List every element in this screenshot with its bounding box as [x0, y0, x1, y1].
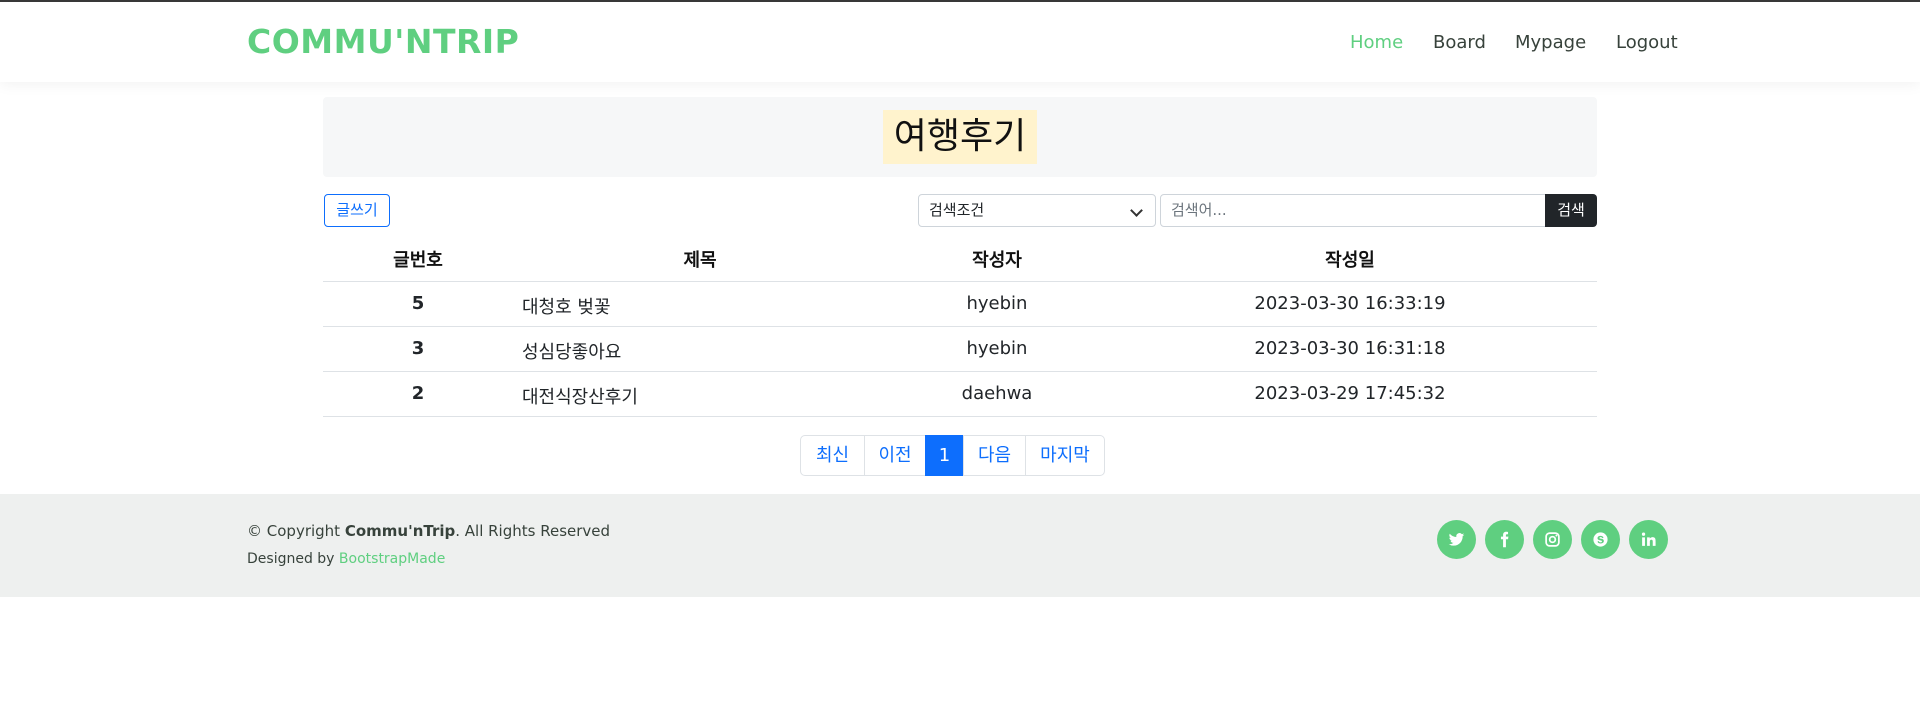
write-button[interactable]: 글쓰기	[324, 194, 390, 227]
column-header-author: 작성자	[972, 250, 1022, 271]
nav-board[interactable]: Board	[1433, 32, 1486, 53]
designed-by: Designed by BootstrapMade	[247, 551, 445, 567]
linkedin-icon	[1641, 532, 1656, 546]
page-title: 여행후기	[893, 116, 1027, 157]
search-input[interactable]: 검색어...	[1160, 194, 1546, 227]
instagram-icon	[1545, 532, 1560, 547]
row-title-link[interactable]: 대청호 벚꽃	[522, 293, 611, 319]
search-condition-value: 검색조건	[929, 201, 985, 219]
column-header-no: 글번호	[393, 250, 443, 271]
row-author: hyebin	[966, 293, 1028, 314]
row-title-link[interactable]: 대전식장산후기	[522, 383, 638, 409]
page-prev-button[interactable]: 이전	[864, 435, 926, 476]
linkedin-button[interactable]	[1629, 520, 1668, 559]
twitter-icon	[1448, 533, 1465, 546]
page-current-button[interactable]: 1	[925, 435, 964, 476]
designed-prefix: Designed by	[247, 551, 339, 567]
twitter-button[interactable]	[1437, 520, 1476, 559]
row-number: 3	[411, 338, 425, 359]
page-next-button[interactable]: 다음	[963, 435, 1026, 476]
skype-icon	[1593, 532, 1608, 547]
copyright: © Copyright Commu'nTrip. All Rights Rese…	[247, 522, 610, 540]
table-divider	[323, 371, 1597, 372]
bootstrapmade-link[interactable]: BootstrapMade	[339, 551, 445, 567]
row-date: 2023-03-29 17:45:32	[1254, 383, 1446, 404]
row-date: 2023-03-30 16:33:19	[1254, 293, 1446, 314]
copyright-suffix: . All Rights Reserved	[455, 522, 611, 540]
copyright-brand: Commu'nTrip	[344, 522, 456, 540]
pagination: 최신 이전 1 다음 마지막	[800, 435, 1105, 476]
row-author: hyebin	[966, 338, 1028, 359]
table-divider	[323, 326, 1597, 327]
page-last-button[interactable]: 마지막	[1025, 435, 1105, 476]
logo[interactable]: COMMU'NTRIP	[247, 22, 519, 61]
search-condition-select[interactable]: 검색조건	[918, 194, 1156, 227]
facebook-icon	[1500, 531, 1509, 548]
header: COMMU'NTRIP Home Board Mypage Logout	[0, 2, 1920, 82]
column-header-title: 제목	[683, 250, 717, 271]
nav-mypage[interactable]: Mypage	[1515, 32, 1586, 53]
row-number: 5	[411, 293, 425, 314]
row-date: 2023-03-30 16:31:18	[1254, 338, 1446, 359]
column-header-date: 작성일	[1325, 250, 1375, 271]
row-number: 2	[411, 383, 425, 404]
search-button[interactable]: 검색	[1545, 194, 1597, 227]
instagram-button[interactable]	[1533, 520, 1572, 559]
facebook-button[interactable]	[1485, 520, 1524, 559]
nav-logout[interactable]: Logout	[1616, 32, 1678, 53]
table-divider	[323, 281, 1597, 282]
copyright-prefix: © Copyright	[247, 522, 345, 540]
row-author: daehwa	[961, 383, 1033, 404]
chevron-down-icon	[1130, 204, 1143, 217]
table-divider	[323, 416, 1597, 417]
skype-button[interactable]	[1581, 520, 1620, 559]
nav-home[interactable]: Home	[1350, 32, 1403, 53]
page-first-button[interactable]: 최신	[800, 435, 865, 476]
row-title-link[interactable]: 성심당좋아요	[522, 338, 621, 364]
